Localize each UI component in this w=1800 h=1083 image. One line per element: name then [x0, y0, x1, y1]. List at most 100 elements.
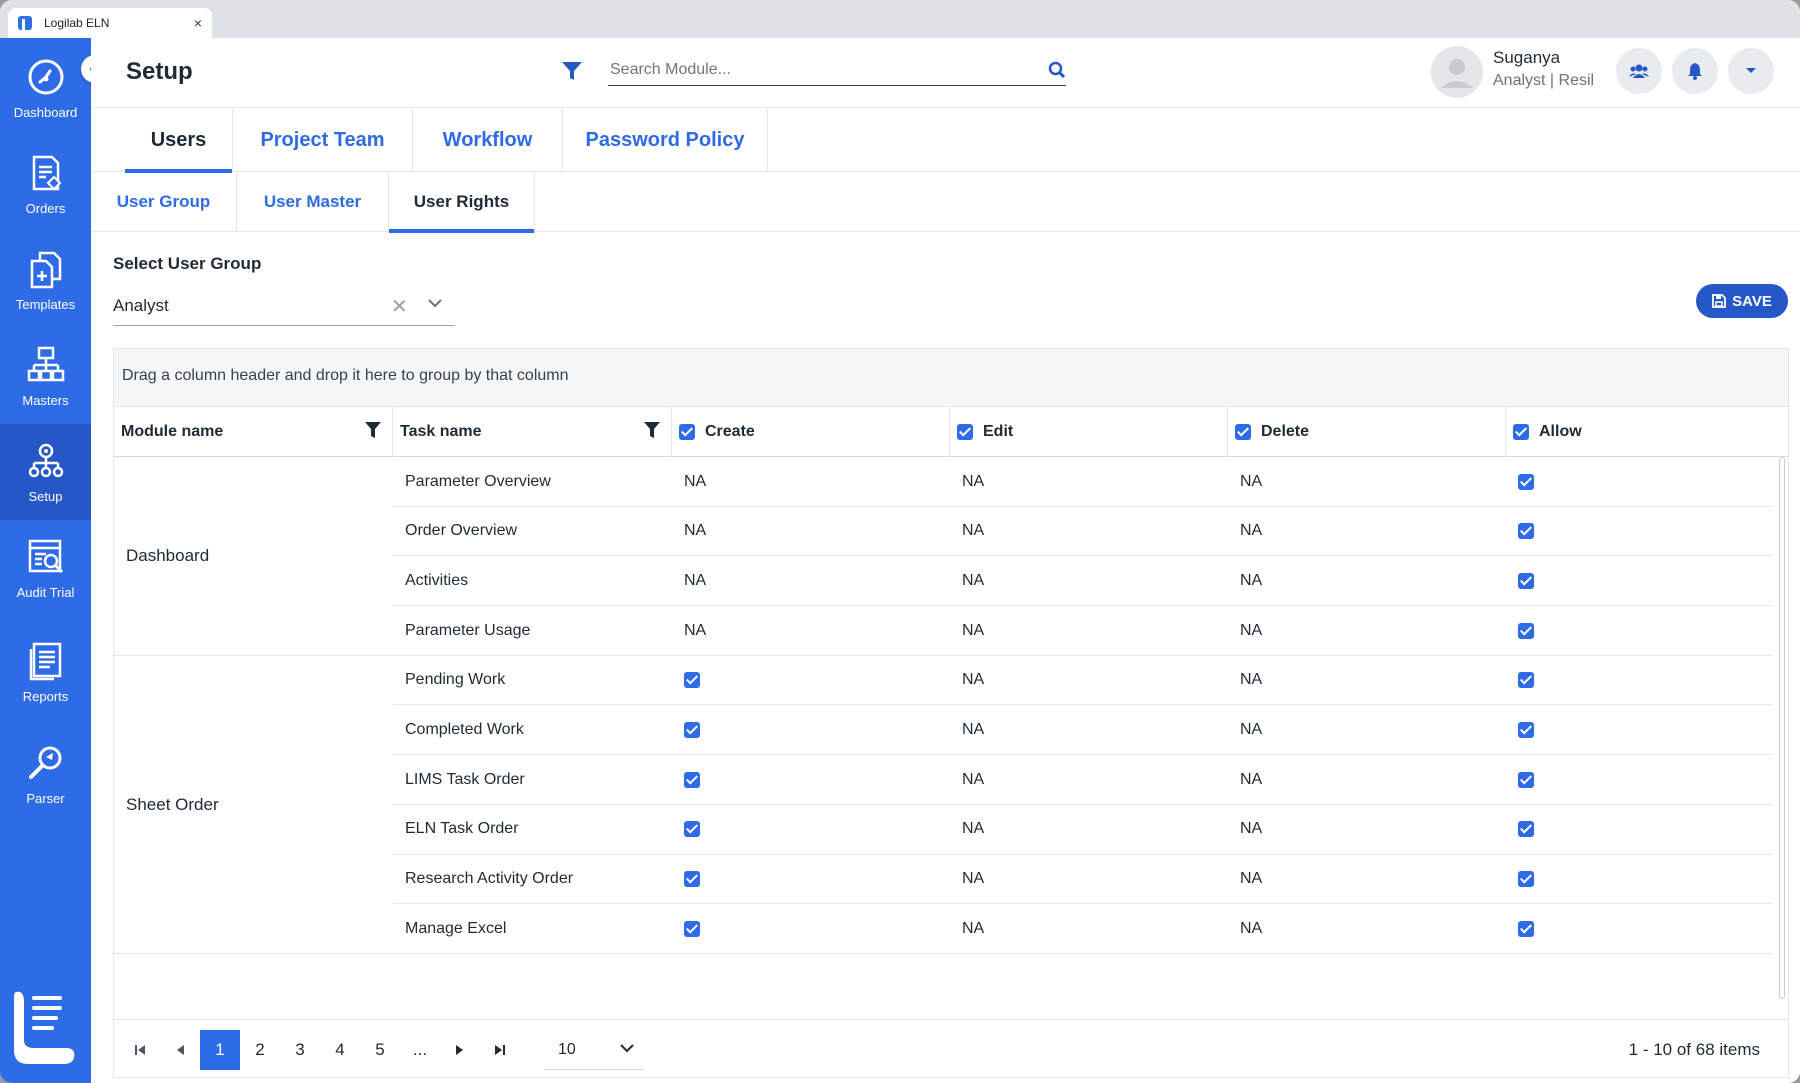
page-button-2[interactable]: 2: [240, 1030, 280, 1070]
create-all-checkbox[interactable]: [679, 424, 695, 440]
sidebar-item-dashboard[interactable]: Dashboard: [0, 40, 91, 136]
page-title: Setup: [126, 58, 193, 85]
delete-cell: NA: [1240, 671, 1263, 689]
sidebar: Dashboard Orders Templates Masters Setup…: [0, 38, 91, 1083]
browser-tabstrip: Logilab ELN ×: [0, 0, 1800, 38]
create-checkbox[interactable]: [684, 871, 700, 888]
tab-project-team[interactable]: Project Team: [233, 108, 413, 172]
browser-tab[interactable]: Logilab ELN ×: [8, 8, 212, 38]
tab-close-icon[interactable]: ×: [194, 15, 202, 31]
page-button-3[interactable]: 3: [280, 1030, 320, 1070]
tab-users[interactable]: Users: [125, 108, 233, 173]
subtab-user-group[interactable]: User Group: [91, 172, 237, 232]
column-title: Edit: [983, 423, 1014, 440]
edit-cell: NA: [962, 522, 985, 540]
search-icon[interactable]: [1048, 61, 1066, 79]
task-cell: Pending Work: [405, 671, 506, 689]
column-header-create[interactable]: Create: [672, 407, 950, 457]
chevron-down-icon[interactable]: [427, 298, 443, 308]
allow-checkbox[interactable]: [1518, 821, 1534, 838]
create-cell: [684, 805, 700, 854]
filter-icon[interactable]: [561, 60, 583, 82]
user-menu-button[interactable]: [1728, 48, 1774, 94]
search-box: [608, 56, 1066, 86]
next-page-button[interactable]: [440, 1030, 480, 1070]
user-group-select[interactable]: Analyst ✕: [113, 290, 455, 326]
sidebar-item-label: Audit Trial: [16, 584, 75, 600]
sidebar-item-reports[interactable]: Reports: [0, 624, 91, 720]
column-header-edit[interactable]: Edit: [950, 407, 1228, 457]
group-panel[interactable]: Drag a column header and drop it here to…: [114, 349, 1788, 407]
edit-cell: NA: [962, 671, 985, 689]
column-header-module-name[interactable]: Module name: [114, 407, 393, 457]
first-page-button[interactable]: [120, 1030, 160, 1070]
edit-cell: NA: [962, 721, 985, 738]
grid-header: Module name Task name Create Edit Delete…: [114, 407, 1788, 457]
column-filter-icon[interactable]: [364, 421, 382, 439]
avatar[interactable]: [1431, 46, 1483, 98]
create-checkbox[interactable]: [684, 722, 700, 738]
delete-cell: NA: [1240, 770, 1263, 788]
column-filter-icon[interactable]: [643, 421, 661, 439]
clear-icon[interactable]: ✕: [391, 294, 408, 319]
sidebar-item-audit-trial[interactable]: Audit Trial: [0, 520, 91, 616]
allow-cell: [1518, 904, 1534, 953]
page-button-more[interactable]: ...: [400, 1030, 440, 1070]
page-button-5[interactable]: 5: [360, 1030, 400, 1070]
page-button-4[interactable]: 4: [320, 1030, 360, 1070]
reports-icon: [29, 642, 61, 680]
sidebar-item-parser[interactable]: Parser: [0, 726, 91, 822]
allow-cell: [1518, 556, 1534, 605]
user-group-label: Select User Group: [113, 254, 262, 273]
allow-checkbox[interactable]: [1518, 920, 1534, 937]
save-button[interactable]: SAVE: [1696, 284, 1788, 318]
allow-all-checkbox[interactable]: [1513, 424, 1529, 440]
module-cell-sheet-order: Sheet Order: [114, 656, 393, 954]
browser-tab-title: Logilab ELN: [44, 16, 110, 30]
page-size-select[interactable]: 10: [544, 1030, 644, 1070]
allow-checkbox[interactable]: [1518, 871, 1534, 888]
edit-all-checkbox[interactable]: [957, 424, 973, 440]
allow-checkbox[interactable]: [1518, 771, 1534, 788]
column-title: Task name: [400, 423, 482, 440]
page-button-1[interactable]: 1: [200, 1030, 240, 1070]
column-header-allow[interactable]: Allow: [1506, 407, 1788, 457]
tab-workflow[interactable]: Workflow: [413, 108, 563, 172]
app-window: Logilab ELN × Dashboard Orders Templates…: [0, 0, 1800, 1083]
prev-page-button[interactable]: [160, 1030, 200, 1070]
orders-icon: [32, 155, 61, 190]
allow-checkbox[interactable]: [1518, 473, 1534, 490]
scrollbar-thumb[interactable]: [1779, 457, 1785, 999]
pager: 1 2 3 4 5 ... 10 1 - 10 of 68 items: [114, 1019, 1788, 1077]
create-checkbox[interactable]: [684, 672, 700, 689]
edit-cell: NA: [962, 919, 985, 937]
allow-checkbox[interactable]: [1518, 572, 1534, 589]
subtab-user-rights[interactable]: User Rights: [389, 172, 535, 233]
create-checkbox[interactable]: [684, 821, 700, 838]
page-size-value: 10: [558, 1040, 576, 1058]
create-checkbox[interactable]: [684, 771, 700, 788]
allow-checkbox[interactable]: [1518, 622, 1534, 639]
allow-checkbox[interactable]: [1518, 722, 1534, 738]
vertical-scrollbar[interactable]: [1778, 457, 1786, 999]
last-page-button[interactable]: [480, 1030, 520, 1070]
table-row: Parameter Usage NA NA NA: [393, 606, 1772, 656]
users-icon: [1629, 64, 1649, 78]
search-input[interactable]: [608, 56, 1028, 84]
team-button[interactable]: [1616, 48, 1662, 94]
sidebar-item-orders[interactable]: Orders: [0, 136, 91, 232]
allow-checkbox[interactable]: [1518, 672, 1534, 689]
delete-all-checkbox[interactable]: [1235, 424, 1251, 440]
sidebar-item-setup[interactable]: Setup: [0, 424, 91, 520]
sidebar-item-templates[interactable]: Templates: [0, 232, 91, 328]
tab-password-policy[interactable]: Password Policy: [563, 108, 768, 172]
create-checkbox[interactable]: [684, 920, 700, 937]
sidebar-item-label: Parser: [26, 790, 65, 806]
task-cell: Manage Excel: [405, 919, 507, 937]
sidebar-item-masters[interactable]: Masters: [0, 328, 91, 424]
notifications-button[interactable]: [1672, 48, 1718, 94]
column-header-delete[interactable]: Delete: [1228, 407, 1506, 457]
allow-checkbox[interactable]: [1518, 523, 1534, 540]
column-header-task-name[interactable]: Task name: [393, 407, 672, 457]
subtab-user-master[interactable]: User Master: [237, 172, 389, 232]
